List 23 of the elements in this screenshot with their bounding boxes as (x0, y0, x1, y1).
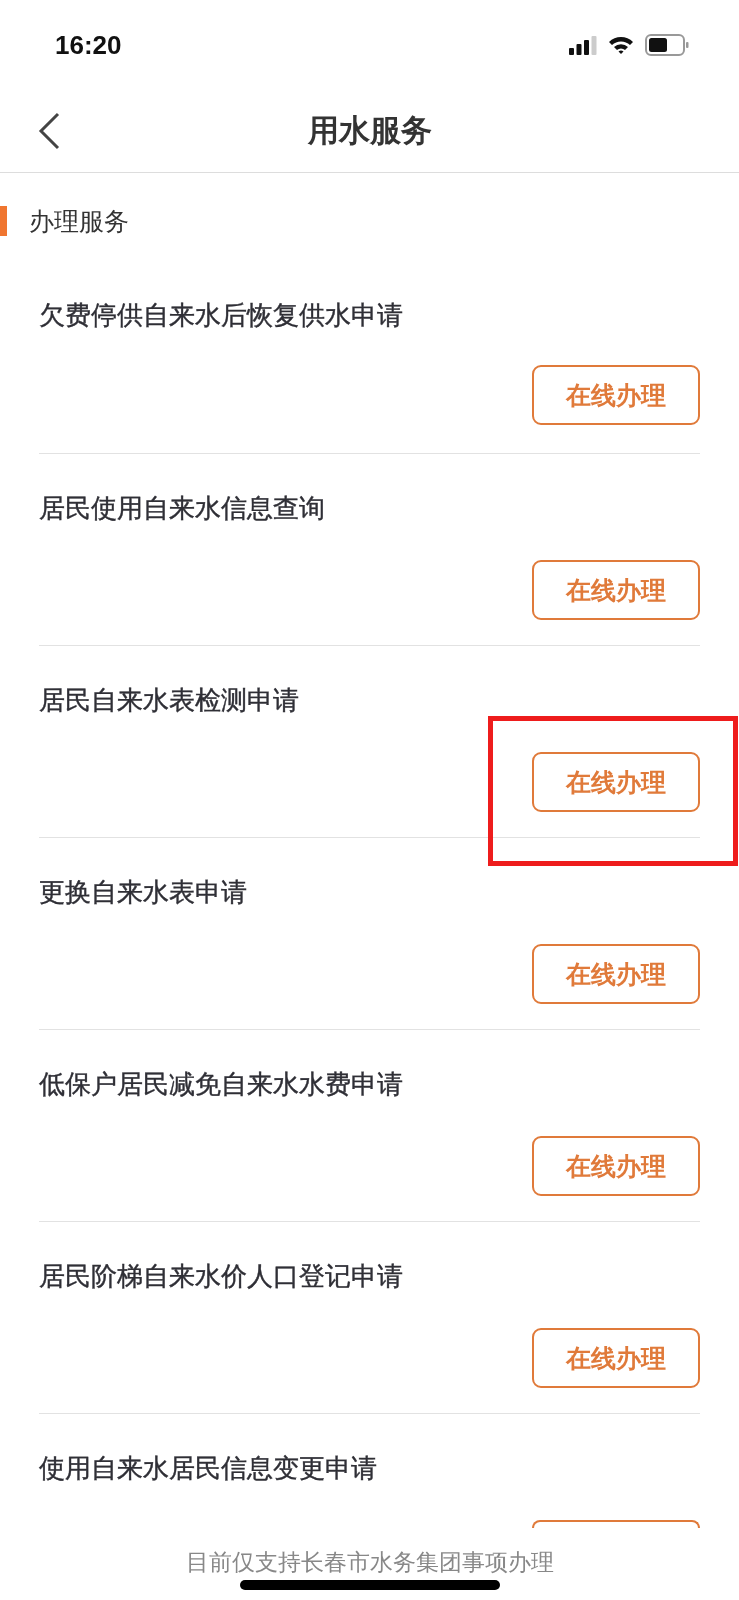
service-title: 居民使用自来水信息查询 (39, 492, 326, 525)
apply-online-button[interactable]: 在线办理 (532, 944, 700, 1004)
footer-note: 目前仅支持长春市水务集团事项办理 (185, 1548, 554, 1577)
apply-online-button[interactable]: 在线办理 (532, 1328, 700, 1388)
apply-online-button[interactable]: 在线办理 (532, 560, 700, 620)
signal-icon (569, 35, 597, 55)
service-title: 更换自来水表申请 (39, 876, 248, 909)
service-title: 居民阶梯自来水价人口登记申请 (39, 1260, 404, 1293)
apply-online-button[interactable]: 在线办理 (532, 365, 700, 425)
service-title: 居民自来水表检测申请 (39, 684, 300, 717)
service-title: 欠费停供自来水后恢复供水申请 (39, 299, 404, 332)
back-icon[interactable] (38, 112, 60, 150)
page-title: 用水服务 (307, 111, 432, 150)
apply-online-button[interactable]: 在线办理 (532, 1136, 700, 1196)
service-title: 低保户居民减免自来水水费申请 (39, 1068, 404, 1101)
service-title: 使用自来水居民信息变更申请 (39, 1452, 378, 1485)
wifi-icon (607, 35, 635, 55)
battery-icon (645, 34, 689, 56)
apply-online-button[interactable]: 在线办理 (532, 752, 700, 812)
section-title: 办理服务 (29, 205, 129, 238)
section-marker (0, 206, 7, 236)
status-time: 16:20 (55, 29, 122, 61)
apply-online-button[interactable] (532, 1520, 700, 1528)
